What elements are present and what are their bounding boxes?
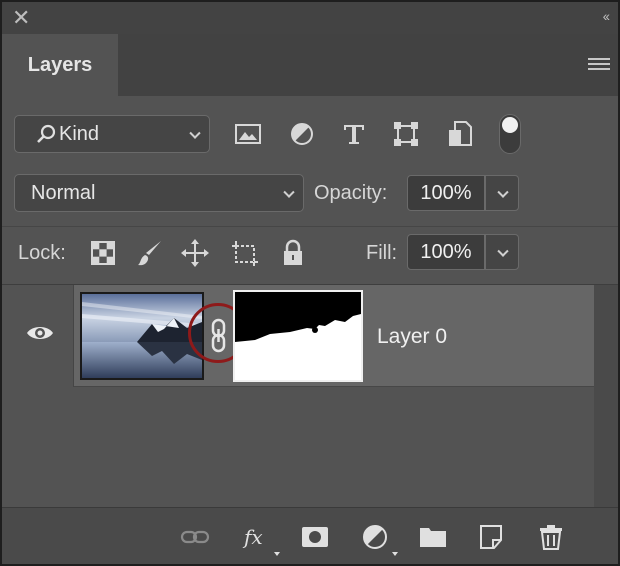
lock-label: Lock: [18,242,66,264]
fill-input[interactable]: 100% [407,234,485,270]
lock-transparent-pixels-icon[interactable] [88,238,118,268]
layer-row[interactable]: Layer 0 [2,285,594,387]
search-icon [37,124,56,143]
chevron-down-icon [189,127,201,139]
eye-icon[interactable] [26,323,54,343]
fill-label: Fill: [366,242,398,264]
blend-mode-dropdown[interactable]: Normal [14,174,304,212]
fill-dropdown-button[interactable] [485,234,519,270]
divider [2,226,618,227]
new-layer-icon[interactable] [476,522,506,552]
triangle-indicator-icon [392,552,398,556]
image-filter-icon[interactable] [234,120,262,148]
chevron-down-icon [497,245,509,257]
lock-all-icon[interactable] [278,238,308,268]
chevron-down-icon [497,186,509,198]
panel-menu-icon[interactable] [588,58,610,72]
filter-toggle-switch[interactable] [499,114,521,154]
triangle-indicator-icon [274,552,280,556]
layers-panel: ✕ ‹‹ Layers Kind Normal Opacity: 100% Lo… [0,0,620,566]
opacity-input[interactable]: 100% [407,175,485,211]
filter-kind-label: Kind [59,122,100,145]
layer-style-icon[interactable]: fx [242,522,272,552]
panel-tab-bar: Layers [2,34,618,96]
layer-mask-thumbnail[interactable] [233,290,363,382]
panel-title-strip: ✕ ‹‹ [2,2,618,34]
blend-mode-value: Normal [31,181,96,204]
link-layers-icon[interactable] [180,522,210,552]
type-filter-icon[interactable] [340,120,368,148]
lock-position-icon[interactable] [180,238,210,268]
delete-layer-icon[interactable] [536,522,566,552]
tab-layers[interactable]: Layers [2,34,118,96]
close-icon[interactable]: ✕ [12,6,30,30]
toggle-knob [502,117,518,133]
new-group-icon[interactable] [418,522,448,552]
opacity-label: Opacity: [314,182,388,204]
lock-image-pixels-icon[interactable] [135,238,165,268]
shape-filter-icon[interactable] [392,120,420,148]
opacity-dropdown-button[interactable] [485,175,519,211]
svg-text:fx: fx [242,525,263,549]
smart-object-filter-icon[interactable] [446,120,474,148]
visibility-cell[interactable] [2,285,74,387]
layer-thumbnail[interactable] [80,292,204,380]
layers-list: Layer 0 [2,285,594,507]
chevron-down-icon [283,186,295,198]
collapse-panel-icon[interactable]: ‹‹ [603,8,610,24]
add-mask-icon[interactable] [300,522,330,552]
layers-footer-toolbar: fx [2,507,618,564]
layer-name[interactable]: Layer 0 [377,325,447,349]
lock-artboard-icon[interactable] [230,238,260,268]
scrollbar[interactable] [594,285,618,507]
new-adjustment-icon[interactable] [360,522,390,552]
filter-kind-dropdown[interactable]: Kind [14,115,210,153]
adjustment-filter-icon[interactable] [288,120,316,148]
